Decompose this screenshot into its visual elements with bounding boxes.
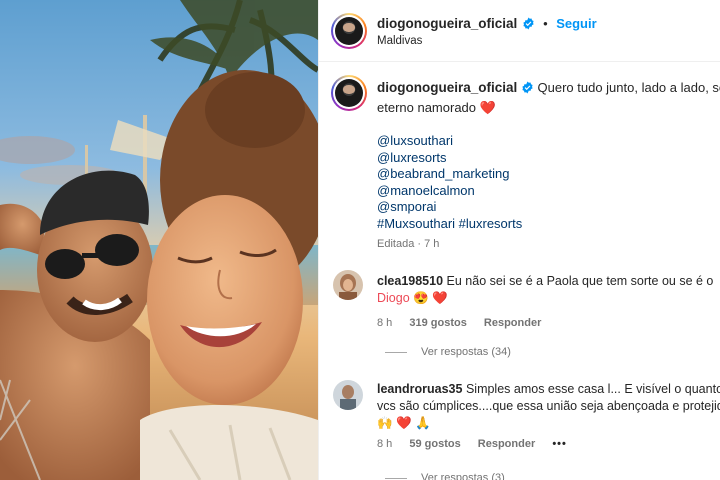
comment-username[interactable]: leandroruas35 bbox=[377, 382, 462, 396]
comment-item: leandroruas35 Simples amos esse casa l..… bbox=[377, 381, 720, 450]
post-location[interactable]: Maldivas bbox=[377, 35, 422, 47]
caption-username[interactable]: diogonogueira_oficial bbox=[377, 80, 517, 95]
comment-item: clea198510 Eu não sei se é a Paola que t… bbox=[377, 273, 717, 329]
author-line: diogonogueira_oficial • Seguir bbox=[377, 15, 597, 33]
separator-dot: • bbox=[543, 16, 548, 31]
caption-author-avatar[interactable] bbox=[331, 75, 367, 111]
mentions-list: @luxsouthari @luxresorts @beabrand_marke… bbox=[377, 133, 717, 232]
post-panel: diogonogueira_oficial • Seguir Maldivas … bbox=[318, 0, 720, 480]
caption-text-line1: Quero tudo junto, lado a lado, seu bbox=[537, 80, 720, 95]
comment-time: 8 h bbox=[377, 317, 393, 329]
verified-badge-icon bbox=[523, 17, 534, 30]
more-options-icon[interactable]: ••• bbox=[552, 438, 567, 450]
hashtags[interactable]: #Muxsouthari #luxresorts bbox=[377, 216, 717, 233]
view-replies-button[interactable]: Ver respostas (34) bbox=[385, 346, 511, 358]
caption-text-line2: eterno namorado bbox=[377, 100, 477, 115]
selfie-photo bbox=[0, 0, 318, 480]
mention-beabrand-marketing[interactable]: @beabrand_marketing bbox=[377, 166, 717, 183]
reply-button[interactable]: Responder bbox=[484, 317, 541, 329]
comment-likes[interactable]: 319 gostos bbox=[409, 317, 466, 329]
mention-smporai[interactable]: @smporai bbox=[377, 199, 717, 216]
comment-time: 8 h bbox=[377, 438, 393, 450]
comment-avatar[interactable] bbox=[333, 270, 363, 300]
heart-emoji: ❤️ bbox=[479, 100, 496, 115]
verified-badge-icon bbox=[522, 81, 533, 94]
author-username[interactable]: diogonogueira_oficial bbox=[377, 16, 517, 31]
comment-text: Eu não sei se é a Paola que tem sorte ou… bbox=[446, 274, 714, 288]
comment-text: Simples amos esse casa l... E visível o … bbox=[465, 382, 720, 396]
comment-meta: 8 h 59 gostos Responder ••• bbox=[377, 438, 720, 450]
comment-username[interactable]: clea198510 bbox=[377, 274, 443, 288]
comment-avatar[interactable] bbox=[333, 380, 363, 410]
post-header: diogonogueira_oficial • Seguir Maldivas bbox=[319, 0, 720, 62]
caption: diogonogueira_oficial Quero tudo junto, … bbox=[377, 79, 720, 250]
post-photo[interactable] bbox=[0, 0, 318, 480]
comment-text-line2: Diogo 😍 ❤️ bbox=[377, 291, 448, 305]
author-avatar[interactable] bbox=[331, 13, 367, 49]
follow-button[interactable]: Seguir bbox=[556, 16, 596, 31]
edited-timestamp: Editada · 7 h bbox=[377, 238, 440, 250]
comment-meta: 8 h 319 gostos Responder bbox=[377, 317, 717, 329]
mention-luxsouthari[interactable]: @luxsouthari bbox=[377, 133, 717, 150]
view-replies-button[interactable]: Ver respostas (3) bbox=[385, 472, 505, 480]
mention-luxresorts[interactable]: @luxresorts bbox=[377, 150, 717, 167]
comment-likes[interactable]: 59 gostos bbox=[409, 438, 460, 450]
reply-button[interactable]: Responder bbox=[478, 438, 535, 450]
comment-text-line2: vcs são cúmplices....que essa união seja… bbox=[377, 399, 720, 413]
comment-emojis: 🙌 ❤️ 🙏 bbox=[377, 416, 431, 430]
mention-manoelcalmon[interactable]: @manoelcalmon bbox=[377, 183, 717, 200]
